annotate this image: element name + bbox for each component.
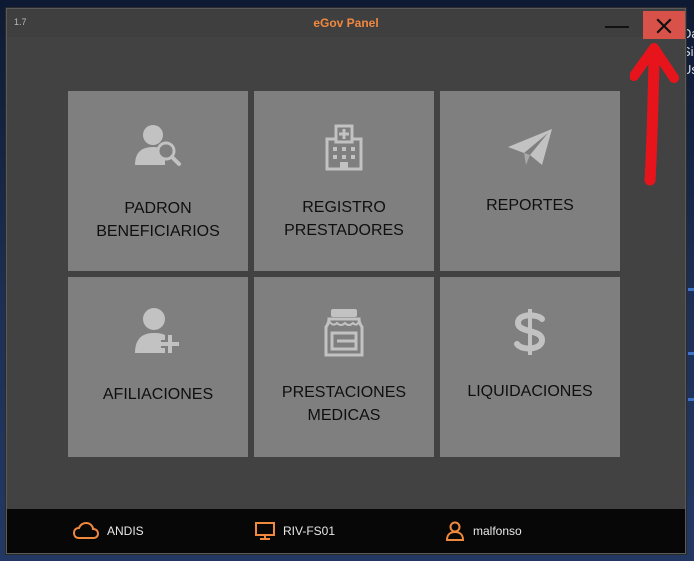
background-mark [688, 352, 694, 355]
user-add-icon [135, 308, 179, 353]
tile-label: LIQUIDACIONES [467, 383, 593, 400]
hospital-icon [325, 124, 363, 171]
tile-label: PRESTADORES [284, 222, 404, 239]
medicine-jar-icon [324, 309, 364, 357]
host-name: RIV-FS01 [283, 524, 336, 538]
tile-liquidaciones[interactable]: LIQUIDACIONES [440, 277, 620, 457]
tile-label: REPORTES [486, 197, 574, 214]
tile-reportes[interactable]: REPORTES [440, 91, 620, 271]
tile-label: MEDICAS [307, 407, 381, 424]
background-mark [688, 398, 694, 401]
tile-label: REGISTRO [302, 199, 386, 216]
user-icon [445, 521, 465, 541]
status-bar: ANDIS RIV-FS01 malfonso [7, 509, 685, 553]
status-server: ANDIS [73, 521, 144, 541]
cloud-icon [73, 522, 99, 539]
minimize-icon [605, 26, 629, 28]
egov-panel-window: 1.7 eGov Panel PADRON BENEFICIARIOS REGI… [6, 8, 686, 554]
minimize-button[interactable] [599, 11, 633, 37]
tile-label: BENEFICIARIOS [96, 223, 220, 240]
close-button[interactable] [643, 11, 685, 39]
window-title: eGov Panel [313, 16, 379, 30]
close-icon [656, 18, 672, 34]
module-grid: PADRON BENEFICIARIOS REGISTRO PRESTADORE… [68, 91, 620, 457]
tile-padron-beneficiarios[interactable]: PADRON BENEFICIARIOS [68, 91, 248, 271]
tile-label: PRESTACIONES [281, 384, 407, 401]
tile-label: AFILIACIONES [102, 386, 214, 403]
status-host: RIV-FS01 [255, 521, 335, 541]
user-name: malfonso [473, 524, 522, 538]
tile-label: PADRON [124, 200, 192, 217]
monitor-icon [255, 522, 275, 540]
server-name: ANDIS [107, 524, 144, 538]
tile-registro-prestadores[interactable]: REGISTRO PRESTADORES [254, 91, 434, 271]
status-user: malfonso [445, 521, 522, 541]
title-bar[interactable]: 1.7 eGov Panel [7, 9, 685, 39]
tile-afiliaciones[interactable]: AFILIACIONES [68, 277, 248, 457]
dollar-icon [514, 309, 546, 355]
background-mark [688, 288, 694, 291]
user-search-icon [135, 125, 181, 166]
paper-plane-icon [508, 129, 552, 165]
tile-prestaciones-medicas[interactable]: PRESTACIONES MEDICAS [254, 277, 434, 457]
